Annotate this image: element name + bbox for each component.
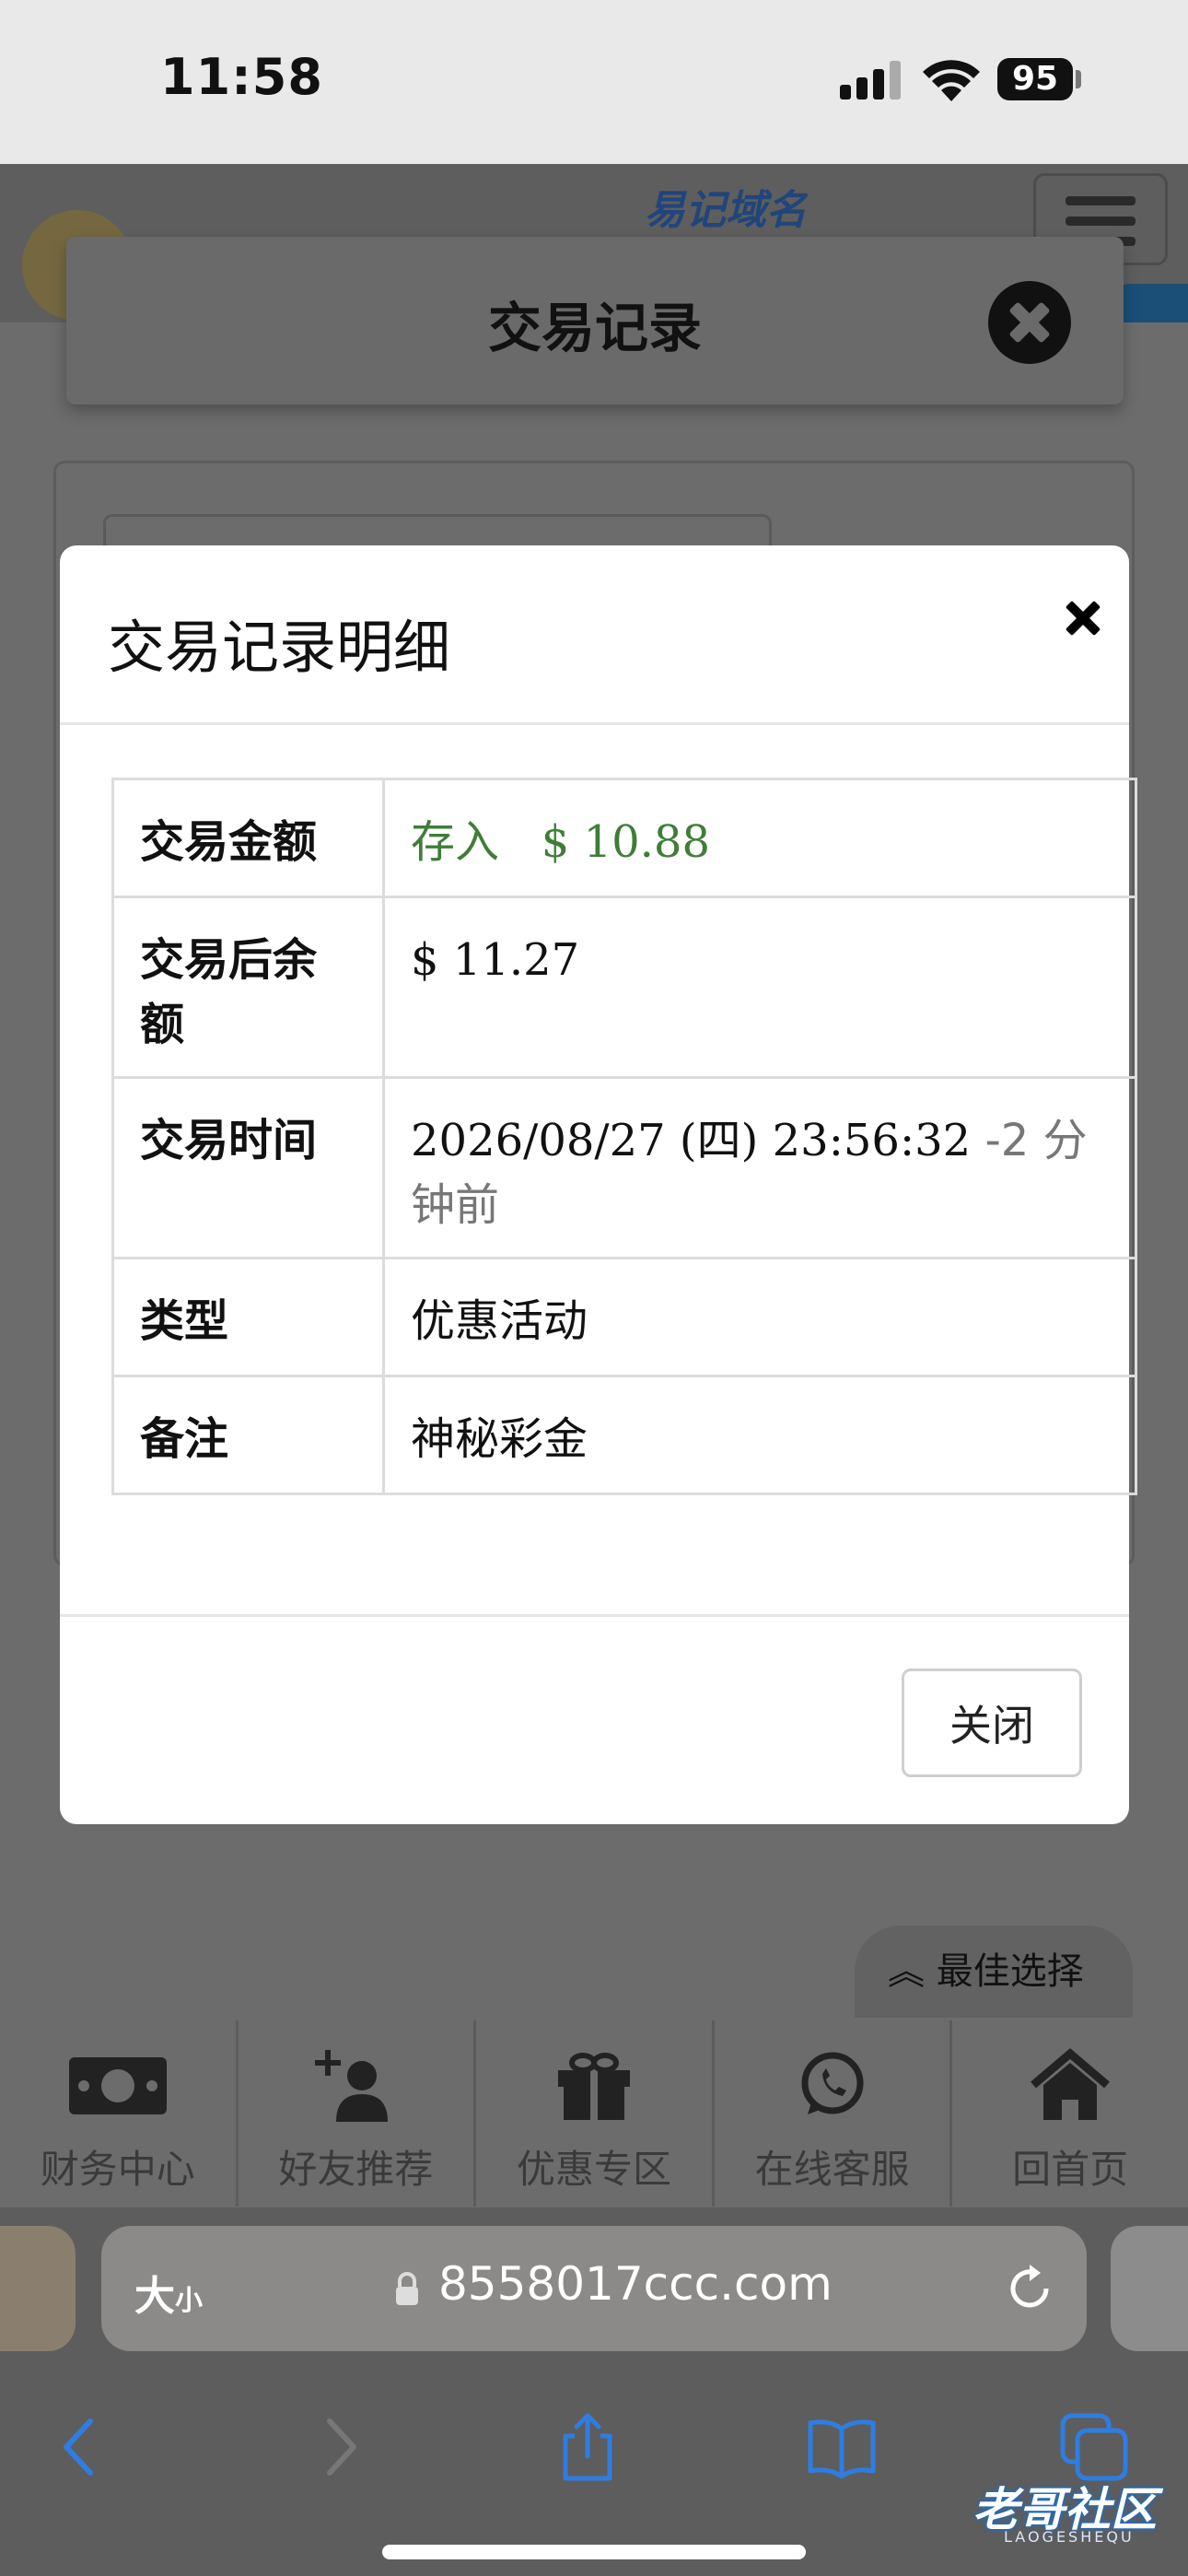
nav-promotions[interactable]: 优惠专区 — [476, 2020, 715, 2207]
amount-value: 存入 $ 10.88 — [382, 778, 1137, 898]
best-choice-button[interactable]: ︽ 最佳选择 — [855, 1926, 1133, 2018]
time-label: 交易时间 — [111, 1076, 385, 1259]
note-label: 备注 — [111, 1375, 385, 1495]
table-row: 交易金额 存入 $ 10.88 — [111, 778, 1137, 898]
amount-label: 交易金额 — [111, 778, 385, 898]
nav-label: 在线客服 — [754, 2147, 910, 2192]
battery-nub — [1076, 70, 1081, 88]
deposit-type-text: 存入 — [411, 816, 500, 868]
table-row: 类型 优惠活动 — [111, 1257, 1137, 1377]
browser-chrome: 大小 8558017ccc.com 老哥社区 LAOGESHEQU — [0, 2207, 1188, 2576]
address-bar[interactable]: 大小 8558017ccc.com — [101, 2226, 1087, 2351]
type-label: 类型 — [111, 1257, 385, 1377]
status-time: 11:58 — [160, 48, 323, 106]
url-text: 8558017ccc.com — [438, 2257, 833, 2311]
forward-icon[interactable] — [304, 2412, 374, 2482]
watermark-logo: 老哥社区 LAOGESHEQU — [921, 2465, 1179, 2558]
modal-divider — [60, 1614, 1129, 1617]
nav-home[interactable]: 回首页 — [952, 2020, 1188, 2207]
table-row: 交易后余额 $ 11.27 — [111, 896, 1137, 1079]
nav-finance-center[interactable]: 财务中心 — [0, 2020, 239, 2207]
home-icon — [1031, 2048, 1111, 2120]
back-icon[interactable] — [46, 2412, 116, 2482]
table-row: 交易时间 2026/08/27 (四) 23:56:32 -2 分钟前 — [111, 1076, 1137, 1259]
nav-label: 回首页 — [1012, 2147, 1129, 2192]
previous-tab-preview[interactable] — [0, 2226, 76, 2351]
status-bar: 11:58 95 — [0, 0, 1188, 164]
bottom-nav: 财务中心 好友推荐 优惠专区 在线客服 回首页 — [0, 2020, 1188, 2207]
time-text: 2026/08/27 (四) 23:56:32 — [411, 1115, 972, 1166]
modal-close-icon[interactable] — [1059, 591, 1114, 647]
table-row: 备注 神秘彩金 — [111, 1375, 1137, 1495]
gift-icon — [557, 2053, 630, 2120]
modal-divider — [60, 722, 1129, 725]
best-choice-label: 最佳选择 — [936, 1950, 1084, 1993]
watermark-subtext: LAOGESHEQU — [1004, 2528, 1135, 2546]
battery-indicator: 95 — [997, 58, 1073, 100]
modal-title: 交易记录明细 — [108, 614, 451, 681]
lock-icon — [396, 2272, 418, 2305]
nav-label: 财务中心 — [40, 2147, 195, 2192]
text-size-button[interactable]: 大小 — [134, 2263, 203, 2322]
nav-label: 优惠专区 — [516, 2147, 671, 2192]
text-size-big: 大 — [134, 2273, 175, 2320]
nav-label: 好友推荐 — [278, 2147, 434, 2192]
transaction-detail-modal: 交易记录明细 交易金额 存入 $ 10.88 交易后余额 $ 11.27 交易时… — [60, 545, 1137, 1824]
transaction-detail-table: 交易金额 存入 $ 10.88 交易后余额 $ 11.27 交易时间 2026/… — [111, 778, 1137, 1495]
domain-link[interactable]: 易记域名 — [645, 177, 807, 236]
amount-text: $ 10.88 — [541, 816, 711, 868]
time-value: 2026/08/27 (四) 23:56:32 -2 分钟前 — [382, 1076, 1137, 1259]
wifi-icon — [923, 60, 980, 101]
text-size-small: 小 — [175, 2285, 203, 2317]
bookmarks-icon[interactable] — [807, 2412, 877, 2482]
cellular-signal-icon — [840, 61, 901, 100]
page-title-bar: 交易记录 — [66, 237, 1124, 404]
share-icon[interactable] — [553, 2412, 623, 2482]
note-value: 神秘彩金 — [382, 1375, 1137, 1495]
nav-friend-referral[interactable]: 好友推荐 — [239, 2020, 477, 2207]
whatsapp-icon — [801, 2052, 864, 2114]
page-close-icon[interactable] — [988, 281, 1071, 364]
money-icon — [68, 2057, 167, 2114]
balance-value: $ 11.27 — [382, 896, 1137, 1079]
reload-icon[interactable] — [1002, 2261, 1057, 2316]
chevron-up-icon: ︽ — [888, 1950, 937, 1993]
close-button[interactable]: 关闭 — [902, 1669, 1082, 1777]
page-title: 交易记录 — [487, 297, 702, 359]
next-tab-preview[interactable] — [1111, 2226, 1188, 2351]
home-indicator[interactable] — [382, 2545, 806, 2559]
nav-online-support[interactable]: 在线客服 — [715, 2020, 953, 2207]
type-value: 优惠活动 — [382, 1257, 1137, 1377]
balance-label: 交易后余额 — [111, 896, 385, 1079]
user-plus-icon — [315, 2050, 389, 2122]
